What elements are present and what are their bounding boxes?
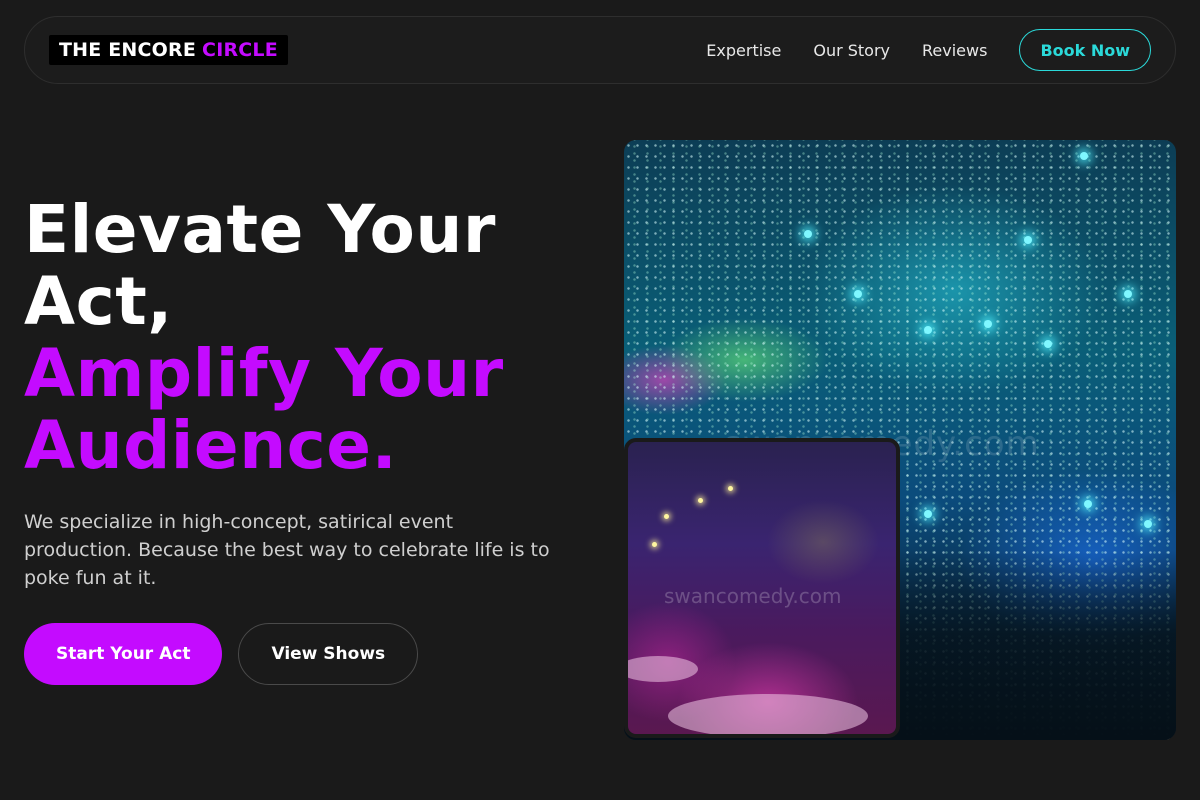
headline-line-1b: Act, bbox=[24, 263, 173, 340]
headline-line-2b: Audience. bbox=[24, 407, 398, 484]
stage-light bbox=[924, 326, 932, 334]
stage-light bbox=[804, 230, 812, 238]
stage-light bbox=[1084, 500, 1092, 508]
stage-light bbox=[1144, 520, 1152, 528]
logo-text-accent: CIRCLE bbox=[202, 39, 278, 61]
brand-logo[interactable]: THE ENCORE CIRCLE bbox=[49, 35, 288, 65]
stage-light bbox=[1124, 290, 1132, 298]
nav-links: Expertise Our Story Reviews Book Now bbox=[706, 29, 1151, 71]
banquet-table bbox=[628, 656, 698, 682]
hero-subtext: We specialize in high-concept, satirical… bbox=[24, 511, 550, 589]
nav-link-reviews[interactable]: Reviews bbox=[922, 41, 987, 60]
nav-link-expertise[interactable]: Expertise bbox=[706, 41, 781, 60]
headline-line-2a: Amplify Your bbox=[24, 335, 504, 412]
stage-light bbox=[854, 290, 862, 298]
hero-cta-row: Start Your Act View Shows bbox=[24, 623, 419, 685]
logo-text-main: THE ENCORE bbox=[59, 39, 197, 61]
banquet-image: swancomedy.com bbox=[624, 438, 900, 738]
top-nav: THE ENCORE CIRCLE Expertise Our Story Re… bbox=[24, 16, 1176, 84]
hero-headline: Elevate Your Act, Amplify Your Audience. bbox=[24, 194, 604, 482]
stage-light bbox=[1080, 152, 1088, 160]
headline-line-1a: Elevate Your bbox=[24, 191, 496, 268]
book-now-button[interactable]: Book Now bbox=[1019, 29, 1151, 71]
start-your-act-button[interactable]: Start Your Act bbox=[24, 623, 223, 685]
nav-link-our-story[interactable]: Our Story bbox=[813, 41, 890, 60]
image-watermark: swancomedy.com bbox=[664, 584, 842, 608]
stage-light bbox=[1044, 340, 1052, 348]
ceiling-light bbox=[728, 486, 733, 491]
view-shows-button[interactable]: View Shows bbox=[238, 623, 419, 685]
stage-light bbox=[984, 320, 992, 328]
landing-page: THE ENCORE CIRCLE Expertise Our Story Re… bbox=[0, 0, 1200, 800]
ceiling-light bbox=[652, 542, 657, 547]
stage-light bbox=[924, 510, 932, 518]
ceiling-light bbox=[698, 498, 703, 503]
banquet-table bbox=[668, 694, 868, 734]
ceiling-light bbox=[664, 514, 669, 519]
stage-light bbox=[1024, 236, 1032, 244]
